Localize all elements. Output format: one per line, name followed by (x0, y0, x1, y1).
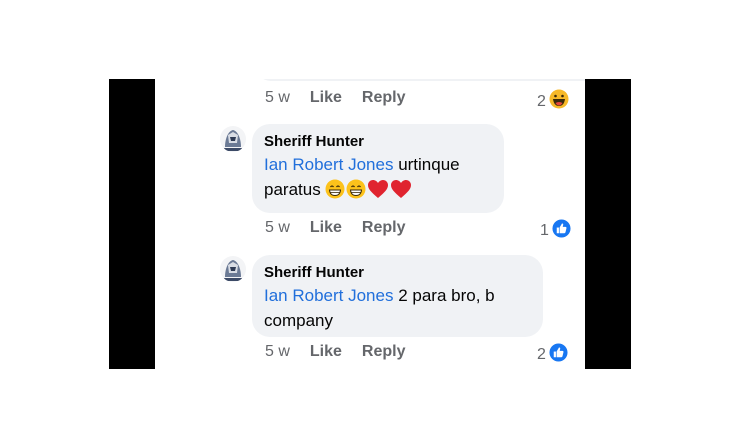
mention-link[interactable]: Ian Robert Jones (264, 155, 393, 174)
heart-icon (367, 179, 389, 206)
mention-link[interactable]: Ian Robert Jones (264, 286, 393, 305)
letterbox-right (585, 79, 631, 369)
grinning-face-icon (325, 179, 345, 206)
avatar[interactable] (220, 126, 246, 152)
like-icon (552, 219, 571, 243)
letterbox-left (109, 79, 155, 369)
reaction-count: 2 (537, 92, 546, 110)
reaction-count: 1 (540, 222, 549, 239)
like-button[interactable]: Like (310, 343, 342, 361)
comment-actions: 5 w Like Reply (265, 343, 426, 361)
comment-time[interactable]: 5 w (265, 89, 290, 107)
reaction-summary[interactable]: 1 (540, 219, 571, 243)
reaction-count: 2 (537, 346, 546, 363)
comment-time[interactable]: 5 w (265, 219, 290, 237)
like-icon (549, 343, 568, 367)
grinning-face-icon (346, 179, 366, 206)
comment-author[interactable]: Sheriff Hunter (264, 132, 492, 152)
comment-author[interactable]: Sheriff Hunter (264, 263, 531, 283)
comment-text-line1: 2 para bro, b (393, 286, 495, 305)
comment-text-line1: urtinque (393, 155, 460, 174)
reply-button[interactable]: Reply (362, 343, 406, 361)
like-button[interactable]: Like (310, 89, 342, 107)
comment-actions: 5 w Like Reply (265, 219, 426, 237)
comment-bubble: Sheriff Hunter Ian Robert Jones 2 para b… (252, 255, 543, 337)
comment-actions: 5 w Like Reply (265, 89, 426, 107)
heart-icon (390, 179, 412, 206)
avatar[interactable] (220, 256, 246, 282)
reaction-summary[interactable]: 2 (537, 89, 569, 114)
previous-comment-bubble (255, 79, 585, 81)
comment-text: Ian Robert Jones urtinque paratus (264, 152, 492, 206)
like-button[interactable]: Like (310, 219, 342, 237)
comment-text: Ian Robert Jones 2 para bro, b company (264, 283, 531, 333)
comment-time[interactable]: 5 w (265, 343, 290, 361)
comment-text-line2: paratus (264, 180, 326, 199)
haha-icon (549, 89, 569, 114)
reaction-summary[interactable]: 2 (537, 343, 568, 367)
comment-thread: 5 w Like Reply 2 Sheriff Hunter Ian Robe… (155, 79, 585, 369)
reply-button[interactable]: Reply (362, 89, 406, 107)
reply-button[interactable]: Reply (362, 219, 406, 237)
comment-bubble: Sheriff Hunter Ian Robert Jones urtinque… (252, 124, 504, 213)
comment-text-line2: company (264, 311, 333, 330)
